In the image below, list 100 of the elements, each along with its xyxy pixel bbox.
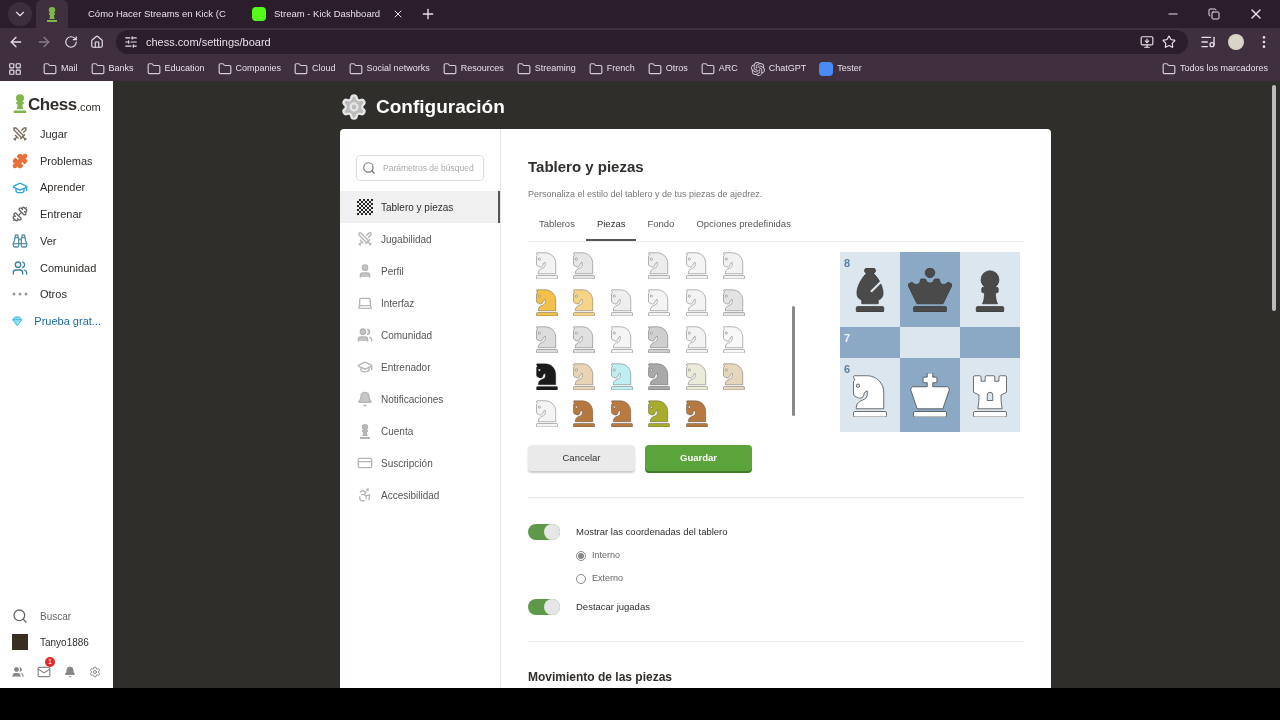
radio-button[interactable]	[576, 551, 586, 561]
settings-tab[interactable]: Fondo	[636, 217, 686, 242]
back-icon[interactable]	[8, 34, 24, 50]
page-scrollbar[interactable]	[1272, 85, 1276, 311]
bookmark[interactable]: Mail	[43, 61, 78, 76]
rank-label: 7	[844, 330, 851, 346]
search-field[interactable]: Parámetros de búsqued	[356, 155, 484, 181]
folder-icon	[43, 61, 57, 76]
card-icon	[357, 455, 373, 471]
pawn-icon	[44, 6, 60, 22]
settings-nav-item[interactable]: Jugabilidad	[340, 223, 500, 255]
folder-icon	[146, 61, 161, 76]
media-icon[interactable]	[1200, 34, 1216, 50]
settings-nav-item[interactable]: Cuenta	[340, 415, 500, 447]
bookmark[interactable]: Resources	[442, 61, 504, 76]
bell-icon[interactable]	[64, 665, 76, 679]
settings-nav-item[interactable]: Notificaciones	[340, 383, 500, 415]
install-icon[interactable]	[1140, 35, 1154, 49]
folder-icon	[442, 61, 457, 76]
bookmark[interactable]: Companies	[217, 61, 282, 76]
document-icon	[819, 61, 834, 76]
rank-label: 6	[844, 361, 851, 377]
settings-nav-item[interactable]: Perfil	[340, 255, 500, 287]
folder-icon	[294, 61, 309, 76]
toggle-label: Mostrar las coordenadas del tablero	[576, 525, 728, 540]
settings-nav-item[interactable]: Comunidad	[340, 319, 500, 351]
settings-nav-item[interactable]: Suscripción	[340, 447, 500, 479]
apps-icon[interactable]	[8, 61, 22, 76]
sidebar-item[interactable]: Otros	[0, 281, 113, 308]
home-icon[interactable]	[90, 35, 104, 49]
section-subtitle: Personaliza el estilo del tablero y de tus piezas de ajedrez.	[528, 187, 764, 201]
reload-icon[interactable]	[64, 35, 78, 49]
bookmark[interactable]: ChatGPT	[750, 61, 807, 76]
tab-title: Cómo Hacer Streams en Kick (C	[88, 6, 226, 21]
forward-icon[interactable]	[36, 34, 52, 50]
browser-tab[interactable]: Stream - Kick Dashboard	[244, 0, 412, 28]
restore-icon[interactable]	[1208, 8, 1220, 20]
sidebar-item[interactable]: Comunidad	[0, 254, 113, 282]
settings-tab[interactable]: Opciones predefinidas	[685, 217, 802, 242]
section-heading: Tablero y piezas	[528, 157, 645, 177]
browser-tab[interactable]	[36, 0, 68, 28]
toggle-label: Destacar jugadas	[576, 600, 650, 615]
address-bar[interactable]: chess.com/settings/board	[116, 30, 1188, 54]
settings-nav-item[interactable]: Tablero y piezas	[340, 191, 500, 223]
user-link[interactable]: Tanyo1886	[0, 628, 113, 656]
laptop-icon	[357, 295, 373, 311]
folder-icon	[647, 61, 662, 76]
binoculars-icon	[12, 233, 28, 250]
tab-list-button[interactable]	[8, 2, 32, 26]
avatar-icon[interactable]	[1228, 34, 1244, 50]
bookmark[interactable]: Otros	[647, 61, 688, 76]
bookmark[interactable]: ARC	[700, 61, 738, 76]
site-settings-icon[interactable]	[124, 35, 138, 49]
toggle-switch[interactable]	[528, 599, 560, 616]
sidebar-item[interactable]: Jugar	[0, 121, 113, 148]
settings-tab[interactable]: Piezas	[585, 217, 637, 242]
logo[interactable]: Chess.com	[0, 81, 113, 121]
settings-nav-item[interactable]: Interfaz	[340, 287, 500, 319]
section-heading: Movimiento de las piezas	[528, 670, 673, 685]
mail-icon[interactable]	[37, 665, 51, 679]
bookmark[interactable]: Tester	[819, 61, 862, 76]
new-tab-icon[interactable]	[420, 6, 436, 22]
bell-icon	[357, 391, 373, 407]
bookmark[interactable]: Banks	[90, 61, 134, 76]
bookmark[interactable]: Education	[146, 61, 205, 76]
tab-title: Stream - Kick Dashboard	[274, 6, 382, 21]
friends-icon[interactable]	[12, 665, 24, 679]
cancel-button[interactable]: Cancelar	[528, 445, 635, 472]
bookmark[interactable]: Cloud	[294, 61, 336, 76]
people-icon	[12, 259, 28, 276]
sidebar-item[interactable]: Entrenar	[0, 201, 113, 228]
accessibility-icon	[357, 487, 373, 503]
toggle-switch[interactable]	[528, 524, 560, 541]
folder-icon	[516, 61, 531, 76]
sidebar-item[interactable]: Prueba grat...	[0, 307, 113, 335]
pawn-icon	[357, 423, 373, 439]
folder-icon	[90, 61, 105, 76]
settings-icon[interactable]	[89, 665, 101, 679]
folder-icon	[700, 61, 715, 76]
sidebar-item[interactable]: Ver	[0, 227, 113, 255]
bookmark[interactable]: French	[588, 61, 635, 76]
search-icon	[362, 161, 376, 175]
radio-label: Externo	[592, 571, 624, 585]
bookmark[interactable]: Todos los marcadores	[1161, 61, 1268, 76]
person-icon	[357, 263, 373, 279]
star-icon[interactable]	[1162, 35, 1176, 49]
bookmark[interactable]: Streaming	[516, 61, 576, 76]
sidebar-item[interactable]: Aprender	[0, 174, 113, 202]
browser-tab[interactable]: Cómo Hacer Streams en Kick (C	[72, 0, 240, 28]
settings-tab[interactable]: Tableros	[528, 217, 586, 242]
search-link[interactable]: Buscar	[0, 604, 113, 628]
sidebar-item[interactable]: Problemas	[0, 147, 113, 175]
settings-nav-item[interactable]: Accesibilidad	[340, 479, 500, 511]
radio-label: Interno	[592, 549, 621, 563]
settings-nav-item[interactable]: Entrenador	[340, 351, 500, 383]
knot-icon	[750, 61, 765, 76]
close-icon[interactable]	[392, 8, 404, 20]
people-icon	[357, 327, 373, 343]
folder-icon	[588, 61, 603, 76]
bookmark[interactable]: Social networks	[348, 61, 430, 76]
